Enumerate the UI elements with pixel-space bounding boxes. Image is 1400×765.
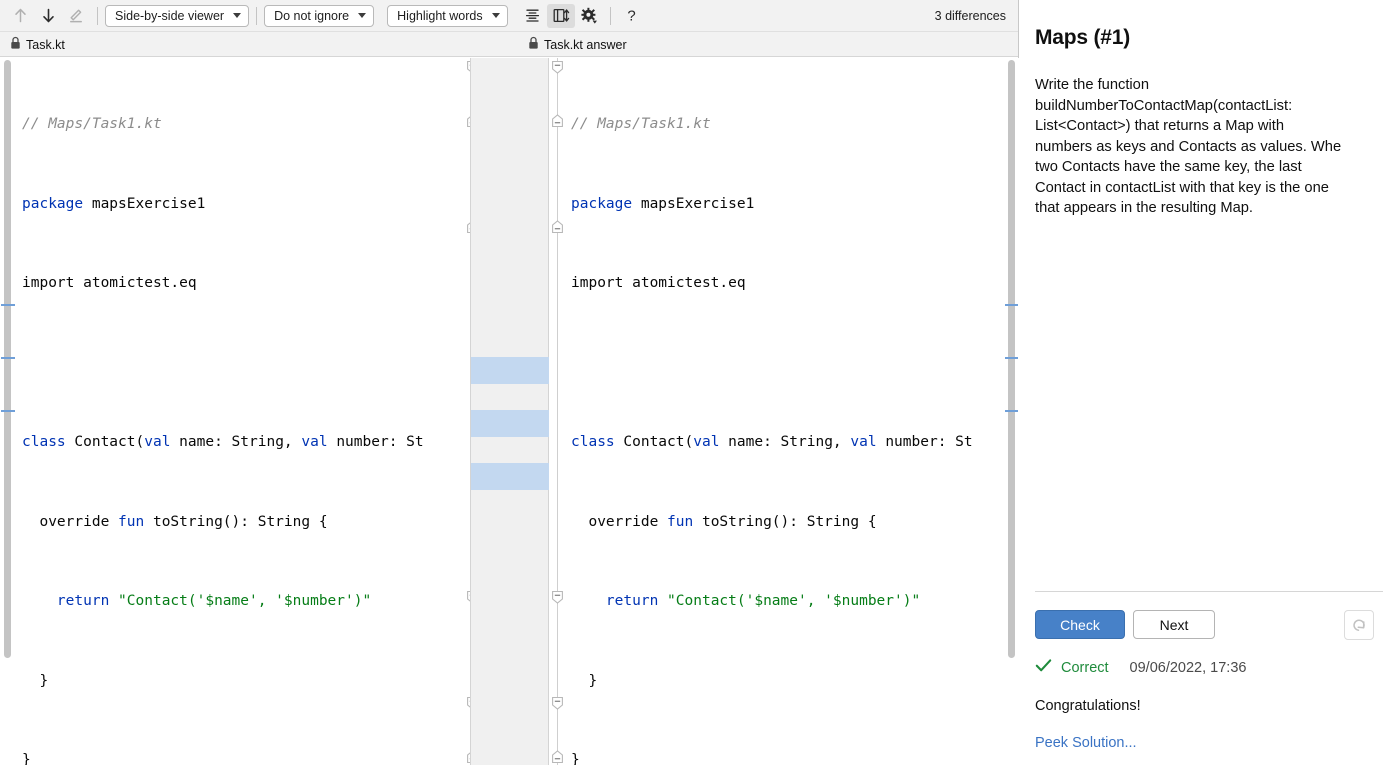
fold-marker-icon[interactable] (550, 749, 565, 764)
code-line: // Maps/Task1.kt (22, 116, 162, 132)
collapse-unchanged-icon[interactable] (519, 4, 547, 28)
diff-connector-band[interactable] (471, 410, 550, 437)
diff-marker[interactable] (1005, 304, 1018, 306)
svg-text:?: ? (627, 8, 635, 25)
diff-connector-band[interactable] (471, 463, 550, 490)
diff-marker[interactable] (1005, 410, 1018, 412)
toolbar-divider-5 (609, 6, 611, 25)
chevron-down-icon (358, 13, 367, 18)
right-editor-scrollbar[interactable] (1004, 58, 1019, 765)
ignore-mode-label: Do not ignore (274, 8, 350, 23)
arrow-up-icon[interactable] (6, 4, 34, 28)
page-title: Maps (#1) (1035, 26, 1131, 49)
left-file-name: Task.kt (26, 37, 65, 52)
code-line: class Contact(val name: String, val numb… (22, 434, 424, 450)
lock-icon (10, 36, 21, 53)
right-file-name: Task.kt answer (544, 37, 627, 52)
task-description-panel: Maps (#1) Write the function buildNumber… (1019, 0, 1400, 765)
left-code-text: // Maps/Task1.kt package mapsExercise1 i… (22, 58, 470, 765)
task-action-bar: Check Next (1035, 609, 1382, 640)
diff-viewer-area: Side-by-side viewer Do not ignore Highli… (0, 0, 1019, 765)
file-titlebar: Task.kt Task.kt answer (0, 32, 1018, 57)
highlight-mode-dropdown[interactable]: Highlight words (387, 4, 508, 27)
diff-separator-gutter[interactable] (470, 58, 550, 765)
code-line: class Contact(val name: String, val numb… (571, 434, 973, 450)
toolbar-divider-4 (513, 7, 514, 25)
task-description-text: Write the function buildNumberToContactM… (1035, 77, 1342, 216)
next-button[interactable]: Next (1133, 610, 1215, 639)
editor-panes: // Maps/Task1.kt package mapsExercise1 i… (0, 58, 1019, 765)
chevron-down-icon (491, 13, 500, 18)
status-row: Correct 09/06/2022, 17:36 (1035, 658, 1382, 678)
code-line: override fun toString(): String { (22, 513, 328, 530)
right-fold-gutter[interactable] (549, 58, 565, 765)
scrollbar-thumb[interactable] (1008, 60, 1015, 658)
status-badge: Correct (1061, 660, 1109, 676)
task-spacer (1035, 219, 1382, 592)
left-file-header: Task.kt (10, 32, 65, 57)
arrow-down-icon[interactable] (34, 4, 62, 28)
left-diff-tickbar (0, 58, 15, 765)
toolbar-divider-3 (380, 7, 381, 25)
code-line: return "Contact('$name', '$number')" (56, 593, 372, 609)
ignore-mode-dropdown[interactable]: Do not ignore (264, 4, 375, 27)
chevron-down-icon (233, 13, 242, 18)
differences-count-label: 3 differences (934, 8, 1006, 23)
fold-guide-line (557, 58, 558, 765)
code-line: // Maps/Task1.kt (571, 116, 711, 132)
viewer-mode-dropdown[interactable]: Side-by-side viewer (105, 4, 250, 27)
congratulations-text: Congratulations! (1035, 698, 1141, 714)
highlight-mode-label: Highlight words (397, 8, 483, 23)
fold-marker-icon[interactable] (550, 113, 565, 128)
code-line: package mapsExercise1 (22, 195, 206, 212)
diff-toolbar: Side-by-side viewer Do not ignore Highli… (0, 0, 1018, 32)
toolbar-divider-1 (97, 6, 98, 25)
code-line: import atomictest.eq (22, 275, 197, 291)
undo-reset-icon[interactable] (1344, 609, 1374, 640)
right-file-header: Task.kt answer (528, 32, 627, 57)
code-line: import atomictest.eq (571, 275, 746, 291)
code-line: } (22, 672, 49, 689)
code-line: package mapsExercise1 (571, 195, 755, 212)
peek-solution-link[interactable]: Peek Solution... (1035, 735, 1382, 751)
diff-tick[interactable] (1, 357, 15, 359)
question-mark-icon[interactable]: ? (618, 4, 646, 28)
right-code-text: // Maps/Task1.kt package mapsExercise1 i… (571, 58, 1019, 765)
check-button[interactable]: Check (1035, 610, 1125, 639)
viewer-mode-label: Side-by-side viewer (115, 8, 225, 23)
status-timestamp: 09/06/2022, 17:36 (1129, 660, 1247, 676)
diff-connector-band[interactable] (471, 357, 550, 384)
lock-icon (528, 36, 539, 53)
gear-icon[interactable] (575, 4, 603, 28)
fold-marker-icon[interactable] (550, 590, 565, 605)
left-editor-pane[interactable]: // Maps/Task1.kt package mapsExercise1 i… (0, 58, 470, 765)
code-line: } (571, 752, 580, 765)
code-line: return "Contact('$name', '$number')" (605, 593, 921, 609)
diff-tool-window: Side-by-side viewer Do not ignore Highli… (0, 0, 1400, 765)
code-line: } (22, 752, 31, 765)
task-divider (1035, 591, 1383, 592)
code-line: } (571, 672, 598, 689)
diff-tick[interactable] (1, 304, 15, 306)
check-mark-icon (1035, 658, 1052, 678)
diff-marker[interactable] (1005, 357, 1018, 359)
toolbar-divider-2 (256, 6, 258, 25)
fold-marker-icon[interactable] (550, 60, 565, 75)
fold-marker-icon[interactable] (550, 696, 565, 711)
right-editor-pane[interactable]: // Maps/Task1.kt package mapsExercise1 i… (549, 58, 1019, 765)
code-line: override fun toString(): String { (571, 513, 877, 530)
pencil-icon[interactable] (62, 4, 90, 28)
fold-marker-icon[interactable] (550, 219, 565, 234)
diff-tick[interactable] (1, 410, 15, 412)
synchronize-panes-icon[interactable] (546, 3, 575, 28)
